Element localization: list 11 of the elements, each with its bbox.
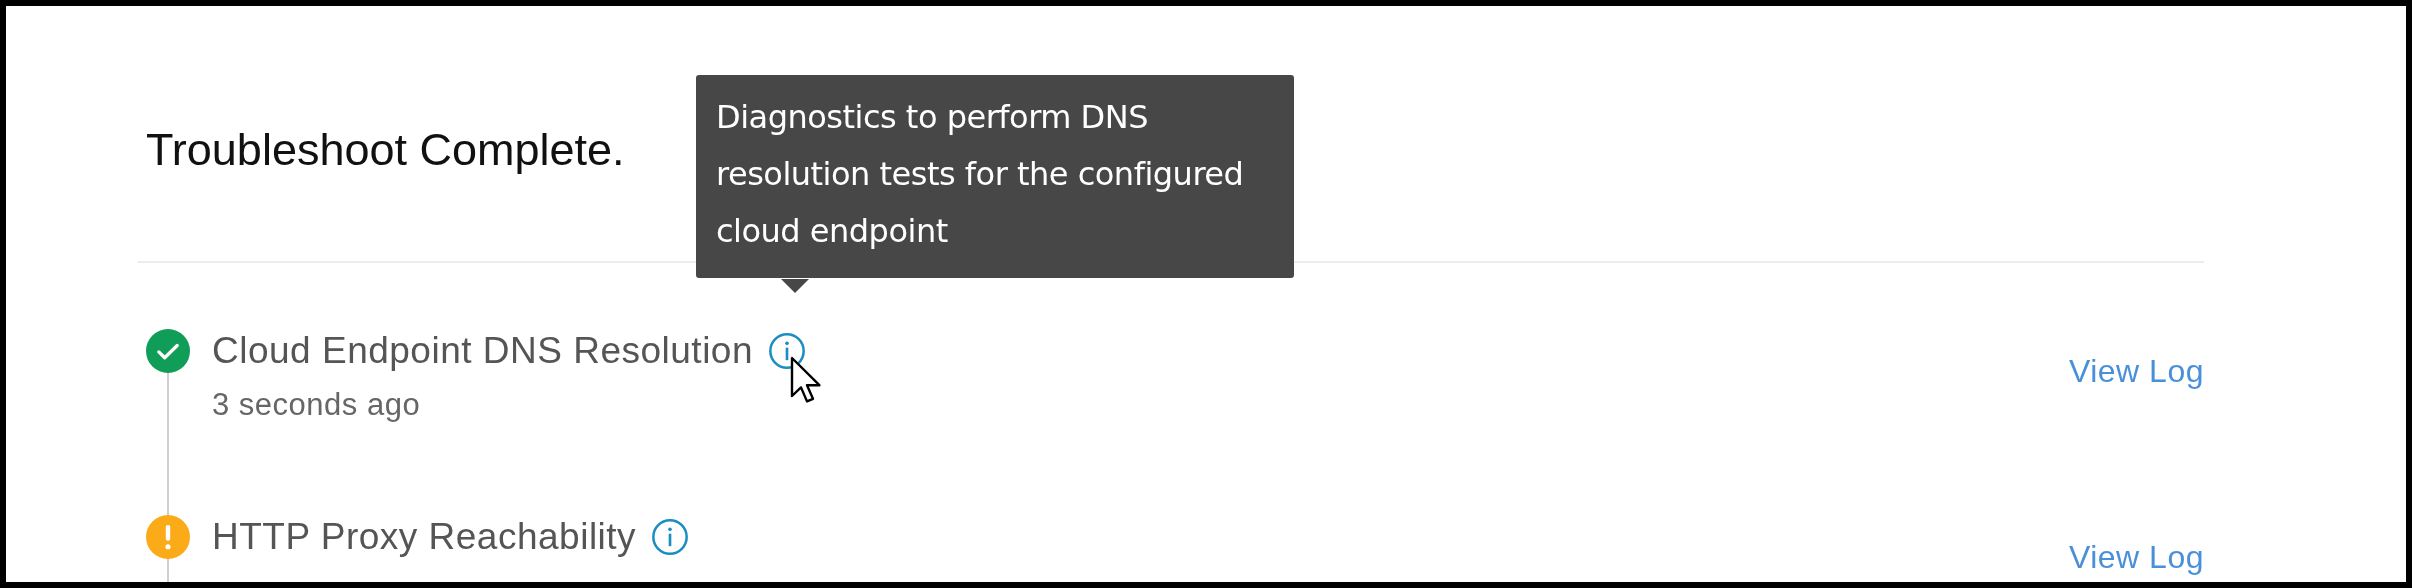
view-log-link[interactable]: View Log bbox=[2068, 539, 2204, 576]
step-name: HTTP Proxy Reachability bbox=[212, 515, 637, 559]
step-name: Cloud Endpoint DNS Resolution bbox=[212, 329, 754, 373]
info-icon[interactable] bbox=[767, 331, 808, 371]
step-time: 3 seconds ago bbox=[212, 387, 421, 423]
warning-icon bbox=[146, 515, 190, 559]
tooltip-pointer bbox=[781, 279, 809, 293]
view-log-link[interactable]: View Log bbox=[2068, 353, 2204, 390]
page-title: Troubleshoot Complete. bbox=[146, 123, 625, 177]
tooltip: Diagnostics to perform DNS resolution tests for the configured cloud endpoint bbox=[696, 75, 1294, 278]
check-circle-icon bbox=[146, 329, 190, 373]
